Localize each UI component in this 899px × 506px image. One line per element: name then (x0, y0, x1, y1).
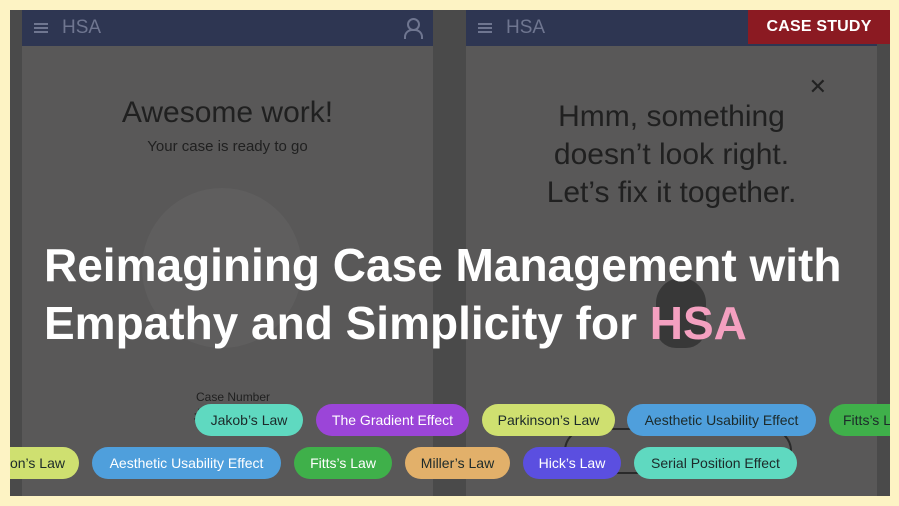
tag-pill: on’s Law (10, 447, 79, 479)
error-heading-line: Hmm, something (558, 100, 785, 133)
tag-pill: Aesthetic Usability Effect (92, 447, 281, 479)
tag-pill: Serial Position Effect (634, 447, 797, 479)
tag-pill: Miller’s Law (405, 447, 510, 479)
tag-pill: Hick’s Law (523, 447, 621, 479)
title-line-2-text: Empathy and Simplicity for (44, 297, 650, 349)
hamburger-menu-icon[interactable] (34, 21, 48, 35)
error-heading: Hmm, something doesn’t look right. Let’s… (466, 98, 877, 212)
success-heading: Awesome work! (121, 96, 334, 129)
tag-pill: Fitts’s Law (294, 447, 392, 479)
case-study-badge: CASE STUDY (748, 10, 890, 44)
case-number-label: Case Number (196, 390, 271, 404)
user-icon[interactable] (403, 18, 423, 39)
tag-pill: Parkinson’s Law (482, 404, 615, 436)
success-subheading: Your case is ready to go (147, 138, 308, 155)
title-accent: HSA (649, 297, 747, 349)
title-line-2: Empathy and Simplicity for HSA (44, 294, 841, 352)
app-title: HSA (62, 17, 102, 38)
error-heading-line: Let’s fix it together. (546, 176, 797, 209)
page-title: Reimagining Case Management with Empathy… (44, 236, 841, 352)
close-icon[interactable]: ✕ (809, 74, 827, 100)
error-heading-line: doesn’t look right. (553, 138, 790, 171)
app-bar: HSA (22, 10, 433, 46)
tag-pill: Jakob’s Law (195, 404, 303, 436)
tag-pill: Aesthetic Usability Effect (627, 404, 816, 436)
title-line-1: Reimagining Case Management with (44, 239, 842, 291)
tag-pill: The Gradient Effect (316, 404, 469, 436)
tag-pill: Fitts’s Law (829, 404, 890, 436)
app-title: HSA (506, 17, 546, 38)
screenshot-frame: HSA Awesome work! Your case is ready to … (10, 10, 890, 496)
hamburger-menu-icon[interactable] (478, 21, 492, 35)
